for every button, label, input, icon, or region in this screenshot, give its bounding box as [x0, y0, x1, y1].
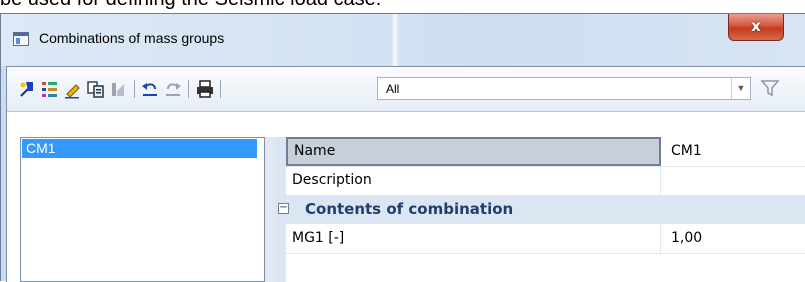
properties-icon[interactable]: [40, 79, 60, 99]
toolbar-separator: [220, 80, 221, 98]
window-title: Combinations of mass groups: [39, 30, 225, 46]
category-label: Contents of combination: [305, 200, 514, 218]
property-grid: Name CM1 Description − Contents of combi…: [275, 137, 805, 282]
combination-list: CM1: [20, 137, 265, 282]
filter-select[interactable]: All ▼: [377, 77, 751, 100]
print-icon[interactable]: [195, 79, 215, 99]
panel-splitter[interactable]: [265, 137, 275, 282]
background-document-text: be used for defining the Seismic load ca…: [0, 0, 381, 12]
property-label: Description: [286, 166, 661, 195]
filter-icon[interactable]: [759, 77, 781, 99]
copy-icon[interactable]: [86, 79, 106, 99]
close-button[interactable]: x: [728, 14, 784, 41]
property-label: Name: [286, 137, 661, 166]
toolbar-separator: [134, 80, 135, 98]
toolbar: All ▼: [7, 67, 805, 112]
filter-select-value: All: [386, 82, 400, 96]
property-row-name[interactable]: Name CM1: [286, 137, 805, 167]
edit-icon[interactable]: [63, 79, 83, 99]
toolbar-separator: [188, 80, 189, 98]
property-value[interactable]: CM1: [671, 137, 702, 166]
window-app-icon: [13, 32, 29, 46]
new-icon[interactable]: [17, 79, 37, 99]
delete-icon[interactable]: [109, 79, 129, 99]
property-row-description[interactable]: Description: [286, 166, 805, 196]
chevron-down-icon[interactable]: ▼: [731, 78, 750, 99]
collapse-icon[interactable]: −: [278, 203, 289, 214]
property-row-mg1[interactable]: MG1 [-] 1,00: [286, 224, 805, 254]
category-contents-of-combination[interactable]: − Contents of combination: [275, 195, 805, 224]
dialog-client-area: All ▼ CM1 Name CM1 Description − Content…: [6, 66, 805, 282]
property-value[interactable]: 1,00: [671, 224, 702, 253]
dialog-window: Combinations of mass groups x All ▼ CM1 …: [0, 13, 805, 282]
title-bar[interactable]: Combinations of mass groups x: [1, 14, 805, 66]
property-label: MG1 [-]: [286, 224, 661, 253]
redo-icon[interactable]: [163, 79, 183, 99]
undo-icon[interactable]: [140, 79, 160, 99]
list-item[interactable]: CM1: [22, 139, 257, 158]
